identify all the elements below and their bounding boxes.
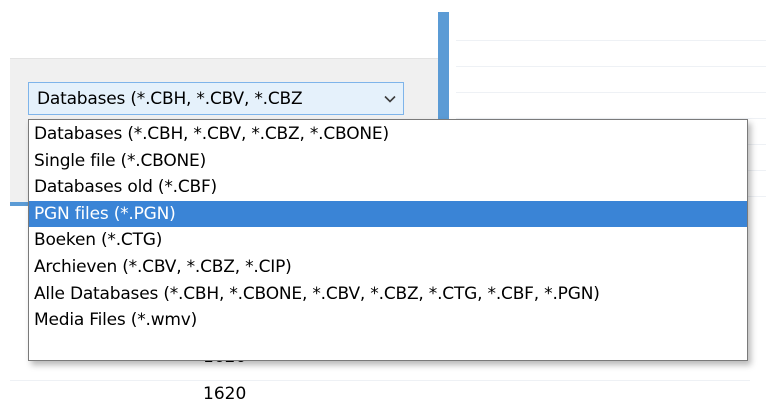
file-type-option[interactable]: Alle Databases (*.CBH, *.CBONE, *.CBV, *… [29,281,747,308]
screen: Databases (*.CBH, *.CBV, *.CBZ 1620 1620… [0,0,766,408]
file-type-option[interactable]: Single file (*.CBONE) [29,148,747,175]
background-row-divider [456,66,766,67]
file-type-option[interactable]: Boeken (*.CTG) [29,227,747,254]
chevron-down-icon[interactable] [377,89,403,109]
file-type-option[interactable]: Media Files (*.wmv) [29,307,747,334]
file-type-option[interactable]: Databases (*.CBH, *.CBV, *.CBZ, *.CBONE) [29,121,747,148]
file-type-dropdown-list: Databases (*.CBH, *.CBV, *.CBZ, *.CBONE)… [28,119,748,361]
file-type-combobox[interactable]: Databases (*.CBH, *.CBV, *.CBZ [28,82,404,115]
file-type-option[interactable]: Databases old (*.CBF) [29,174,747,201]
file-type-selected-value: Databases (*.CBH, *.CBV, *.CBZ [37,88,303,109]
background-row-divider [456,40,766,41]
background-row-divider [10,380,750,381]
file-type-option[interactable]: Archieven (*.CBV, *.CBZ, *.CIP) [29,254,747,281]
background-cell-value: 1620 [203,384,247,404]
file-type-option-selected[interactable]: PGN files (*.PGN) [29,200,747,228]
background-row-divider [456,92,766,93]
